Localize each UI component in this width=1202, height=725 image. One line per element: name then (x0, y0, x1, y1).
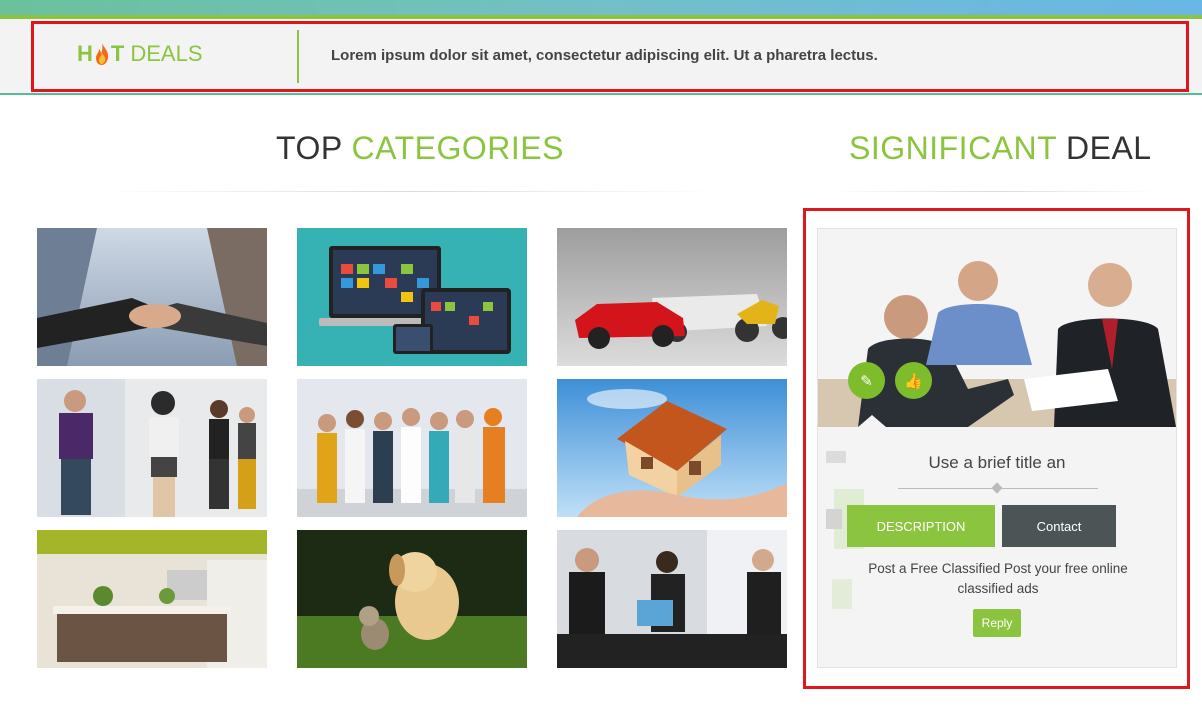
category-tile-fashion[interactable] (37, 379, 267, 517)
category-tile-pets[interactable] (297, 530, 527, 668)
title-accent: CATEGORIES (351, 130, 564, 166)
header-highlight-frame (31, 21, 1189, 92)
category-tile-jobs[interactable] (297, 379, 527, 517)
category-tile-vehicles[interactable] (557, 228, 787, 366)
category-tile-electronics[interactable] (297, 228, 527, 366)
category-tile-real-estate[interactable] (557, 379, 787, 517)
top-gradient-bar (0, 0, 1202, 15)
deal-underline (830, 191, 1160, 192)
title-plain: DEAL (1065, 130, 1152, 166)
category-tile-home[interactable] (37, 530, 267, 668)
title-plain: TOP (276, 130, 343, 166)
category-tile-business[interactable] (37, 228, 267, 366)
categories-underline (100, 191, 720, 192)
title-accent: SIGNIFICANT (849, 130, 1057, 166)
deal-highlight-frame (803, 208, 1190, 689)
significant-deal-title: SIGNIFICANT DEAL (849, 130, 1152, 167)
category-tile-services[interactable] (557, 530, 787, 668)
top-categories-title: TOP CATEGORIES (276, 130, 564, 167)
